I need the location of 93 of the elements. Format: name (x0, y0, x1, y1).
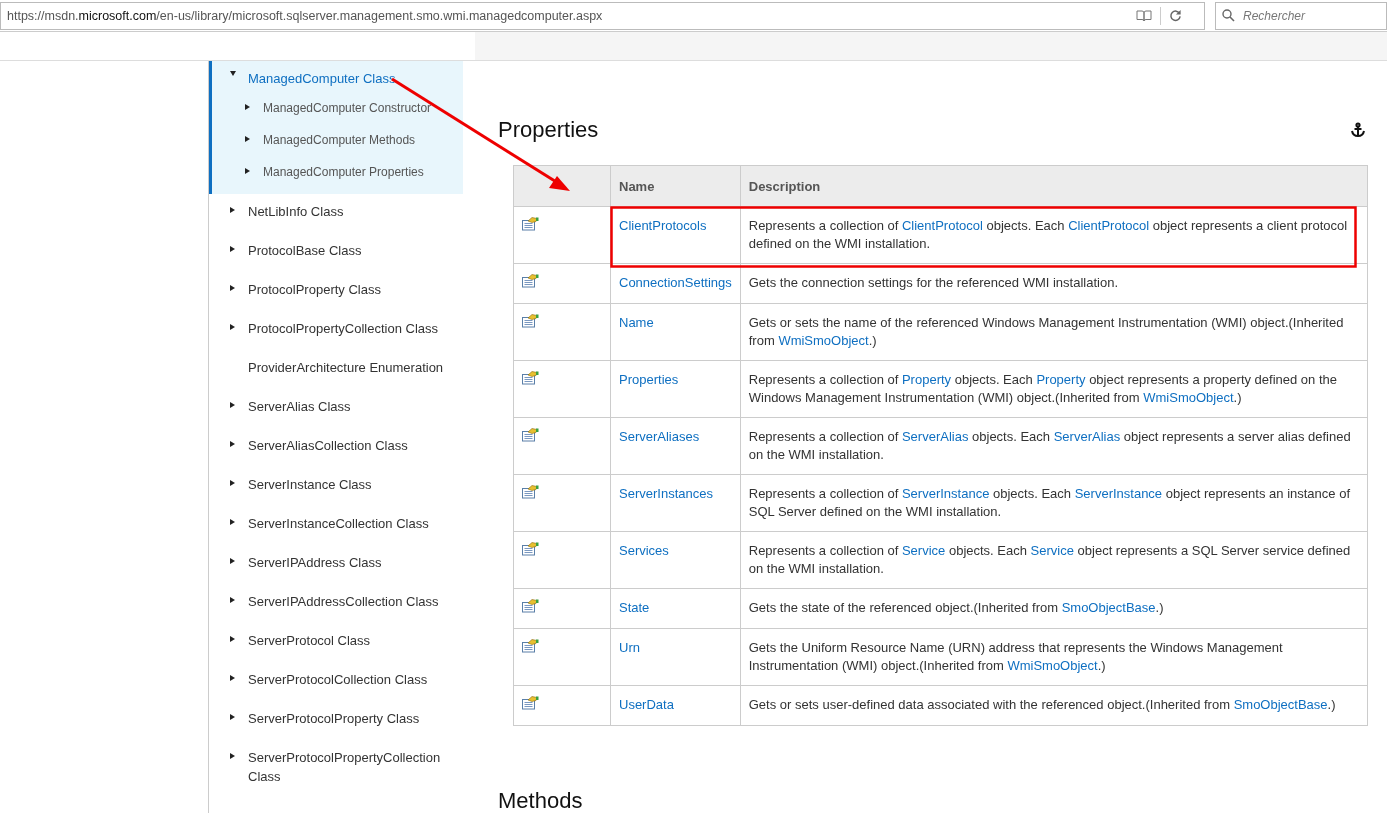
property-icon (522, 217, 539, 231)
description-link[interactable]: ServerAlias (1053, 429, 1121, 444)
member-name-link[interactable]: Name (619, 315, 654, 330)
property-icon (522, 314, 539, 328)
caret-icon[interactable] (230, 284, 235, 291)
description-link[interactable]: SmoObjectBase (1061, 600, 1156, 615)
search-input[interactable]: Rechercher (1241, 7, 1375, 24)
search-icon (1222, 9, 1235, 22)
nav-link[interactable]: ServerInstance Class (248, 475, 372, 494)
description-text: Represents a collection of Property objects. Each Property object represents a property defined on the Windows Management Instrumentation (WMI) object.(Inherited from WmiSmoObject.) (748, 372, 1337, 405)
description-text: Gets the connection settings for the referenced WMI installation. (748, 275, 1118, 290)
caret-icon[interactable] (245, 135, 250, 142)
description-link[interactable]: ServerInstance (901, 486, 990, 501)
description-link[interactable]: WmiSmoObject (1007, 658, 1098, 673)
description-link[interactable]: ClientProtocol (901, 218, 983, 233)
column-header: Name (610, 165, 741, 207)
address-bar[interactable]: https://msdn.microsoft.com/en-us/library/microsoft.sqlserver.management.smo.wmi.managedcomputer.aspx (0, 1, 1205, 30)
caret-icon[interactable] (230, 245, 235, 252)
nav-link[interactable]: ProtocolProperty Class (248, 280, 381, 299)
member-name-link[interactable]: Services (619, 543, 669, 558)
description-link[interactable]: Property (901, 372, 952, 387)
description-text: Represents a collection of ServerInstance objects. Each ServerInstance object represents an instance of SQL Server defined on the WMI installation. (748, 486, 1350, 519)
description-link[interactable]: Service (901, 543, 946, 558)
nav-link[interactable]: ServerProtocolCollection Class (248, 670, 428, 689)
url-text: https://msdn.microsoft.com/en-us/library/microsoft.sqlserver.management.smo.wmi.managedcomputer.aspx (7, 8, 604, 23)
member-name-link[interactable]: ServerAliases (619, 429, 700, 444)
caret-icon[interactable] (230, 557, 235, 564)
search-field[interactable]: Rechercher (1215, 1, 1387, 30)
caret-icon[interactable] (230, 440, 235, 447)
nav-link[interactable]: ProtocolPropertyCollection Class (248, 319, 439, 338)
nav-link[interactable]: NetLibInfo Class (248, 202, 344, 221)
member-name-link[interactable]: Properties (619, 372, 679, 387)
description-link[interactable]: Property (1036, 372, 1086, 387)
member-name-link[interactable]: UserData (619, 697, 674, 712)
caret-icon[interactable] (230, 479, 235, 486)
reload-icon[interactable] (1169, 9, 1182, 22)
property-icon (522, 428, 539, 442)
nav-link[interactable]: ProviderArchitecture Enumeration (248, 358, 444, 377)
nav-link[interactable]: ServerInstanceCollection Class (248, 514, 429, 533)
description-link[interactable]: Service (1030, 543, 1074, 558)
property-icon (522, 542, 539, 556)
description-link[interactable]: ServerInstance (1074, 486, 1163, 501)
nav-link[interactable]: ServerProtocolProperty Class (248, 709, 420, 728)
nav-link[interactable]: ServerProtocol Class (248, 631, 371, 650)
property-icon (522, 485, 539, 499)
nav-link[interactable]: ServerProtocolPropertyCollection Class (248, 748, 453, 786)
caret-icon[interactable] (245, 103, 250, 110)
description-text: Represents a collection of Service objects. Each Service object represents a SQL Server service defined on the WMI installation. (748, 543, 1351, 576)
property-icon (522, 639, 539, 653)
nav-link[interactable]: ManagedComputer Methods (263, 131, 416, 150)
description-text: Gets the Uniform Resource Name (URN) address that represents the Windows Management Instrumentation (WMI) object.(Inherited from WmiSmoObject.) (748, 640, 1283, 673)
anchor-icon[interactable] (1350, 122, 1366, 138)
nav-link[interactable]: ServerIPAddress Class (248, 553, 382, 572)
caret-icon[interactable] (230, 752, 235, 759)
description-text: Gets the state of the referenced object.(Inherited from SmoObjectBase.) (748, 600, 1164, 615)
description-text: Gets or sets the name of the referenced Windows Management Instrumentation (WMI) object.(Inherited from WmiSmoObject.) (748, 315, 1344, 348)
section-heading: Properties (498, 117, 599, 143)
nav-link[interactable]: ManagedComputer Constructor (263, 99, 432, 118)
nav-link[interactable]: ManagedComputer Properties (263, 163, 424, 182)
description-text: Gets or sets user-defined data associated with the referenced object.(Inherited from SmoObjectBase.) (748, 697, 1336, 712)
nav-link[interactable]: ManagedComputer Class (248, 69, 396, 88)
nav-link[interactable]: ServerAlias Class (248, 397, 351, 416)
description-text: Represents a collection of ClientProtocol objects. Each ClientProtocol object represents a client protocol defined on the WMI installation. (748, 218, 1348, 251)
property-icon (522, 696, 539, 710)
description-link[interactable]: WmiSmoObject (1143, 390, 1234, 405)
description-link[interactable]: SmoObjectBase (1233, 697, 1328, 712)
property-icon (522, 274, 539, 288)
reader-view-icon[interactable] (1136, 9, 1152, 22)
column-header: Description (740, 165, 1368, 207)
section-heading: Methods (498, 788, 583, 813)
description-text: Represents a collection of ServerAlias objects. Each ServerAlias object represents a server alias defined on the WMI installation. (748, 429, 1351, 462)
caret-icon[interactable] (245, 167, 250, 174)
caret-icon[interactable] (230, 401, 235, 408)
property-icon (522, 371, 539, 385)
description-link[interactable]: ClientProtocol (1068, 218, 1150, 233)
caret-icon[interactable] (230, 635, 235, 642)
caret-icon[interactable] (230, 713, 235, 720)
member-name-link[interactable]: ServerInstances (619, 486, 713, 501)
caret-icon[interactable] (230, 206, 235, 213)
property-icon (522, 599, 539, 613)
member-name-link[interactable]: Urn (619, 640, 640, 655)
nav-link[interactable]: ProtocolBase Class (248, 241, 362, 260)
caret-icon[interactable] (230, 323, 235, 330)
caret-icon[interactable] (230, 674, 235, 681)
caret-icon[interactable] (230, 71, 236, 76)
member-name-link[interactable]: ClientProtocols (619, 218, 707, 233)
caret-icon[interactable] (230, 518, 235, 525)
description-link[interactable]: WmiSmoObject (778, 333, 869, 348)
caret-icon[interactable] (230, 596, 235, 603)
nav-link[interactable]: ServerIPAddressCollection Class (248, 592, 439, 611)
member-name-link[interactable]: State (619, 600, 650, 615)
nav-link[interactable]: ServerAliasCollection Class (248, 436, 408, 455)
description-link[interactable]: ServerAlias (901, 429, 969, 444)
